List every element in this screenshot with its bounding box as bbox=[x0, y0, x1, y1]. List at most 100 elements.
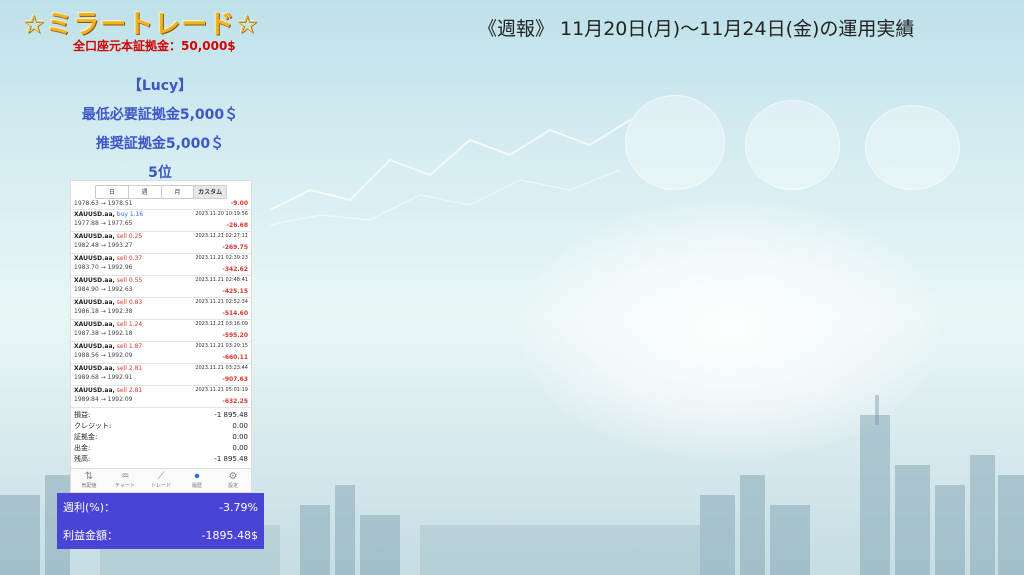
nav-quotes[interactable]: ⇅ 気配値 bbox=[71, 469, 107, 492]
weekly-report-title: 《週報》 11月20日(月)〜11月24日(金)の運用実績 bbox=[478, 18, 915, 40]
summary-label: 出金: bbox=[74, 444, 91, 452]
trade-symbol: XAUUSD.aa, bbox=[74, 255, 115, 262]
trade-time: 2023.11.21 02:39:23 bbox=[195, 255, 248, 261]
strategy-info: 【Lucy】 最低必要証拠金5,000＄ 推奨証拠金5,000＄ 5位 bbox=[60, 72, 260, 188]
nav-trade[interactable]: ⟋ トレード bbox=[143, 469, 179, 492]
quotes-icon: ⇅ bbox=[84, 471, 94, 482]
tab-month[interactable]: 月 bbox=[162, 186, 195, 198]
summary-label: クレジット: bbox=[74, 422, 112, 430]
nav-chart[interactable]: ♒ チャート bbox=[107, 469, 143, 492]
trade-time: 2023.11.21 02:52:34 bbox=[195, 299, 248, 305]
nav-label: 履歴 bbox=[191, 483, 202, 489]
period-tabs: 日 週 月 カスタム bbox=[95, 185, 227, 199]
trade-pl: -660.11 bbox=[222, 354, 248, 361]
account-summary: 損益: -1 895.48 クレジット: 0.00 証拠金: 0.00 出金: 0.00… bbox=[71, 408, 251, 467]
trade-time: 2023.11.21 02:27:11 bbox=[195, 233, 248, 239]
trade-pl: -514.60 bbox=[222, 310, 248, 317]
table-row[interactable]: XAUUSD.aa, sell 1.87 2023.11.21 03:20:15 19… bbox=[71, 342, 251, 364]
tab-week[interactable]: 週 bbox=[129, 186, 162, 198]
history-icon: ⏺ bbox=[194, 471, 200, 482]
table-row[interactable]: 1978.63 → 1978.51 -9.00 bbox=[71, 199, 251, 210]
nav-label: 設定 bbox=[227, 483, 238, 489]
summary-label: 残高: bbox=[74, 455, 91, 463]
table-row[interactable]: XAUUSD.aa, sell 0.55 2023.11.21 02:48:41 19… bbox=[71, 276, 251, 298]
summary-label: 証拠金: bbox=[74, 433, 98, 441]
trade-symbol: XAUUSD.aa, bbox=[74, 277, 115, 284]
trade-symbol: XAUUSD.aa, bbox=[74, 365, 115, 372]
summary-row: クレジット: 0.00 bbox=[74, 421, 248, 432]
trade-list: XAUUSD.aa, buy 1.16 2023.11.20 10:19:56 197… bbox=[71, 210, 251, 408]
background-pie-chart-c bbox=[865, 105, 960, 190]
table-row[interactable]: XAUUSD.aa, sell 2.81 2023.11.21 05:01:19 19… bbox=[71, 386, 251, 408]
trade-symbol: XAUUSD.aa, bbox=[74, 233, 115, 240]
strategy-name: 【Lucy】 bbox=[127, 78, 193, 94]
weekly-return-row: 週利(%)： -3.79% bbox=[57, 493, 264, 521]
weekly-return-value: -3.79% bbox=[219, 500, 258, 514]
trade-pl: -425.15 bbox=[222, 288, 248, 295]
trade-icon: ⟋ bbox=[157, 471, 165, 482]
nav-label: 気配値 bbox=[81, 483, 97, 489]
summary-row: 証拠金: 0.00 bbox=[74, 432, 248, 443]
nav-history[interactable]: ⏺ 履歴 bbox=[179, 469, 215, 492]
nav-label: トレード bbox=[150, 483, 171, 489]
table-row[interactable]: XAUUSD.aa, buy 1.16 2023.11.20 10:19:56 197… bbox=[71, 210, 251, 232]
trade-side: sell 0.37 bbox=[116, 255, 143, 262]
trade-prices: 1978.63 → 1978.51 bbox=[74, 200, 133, 207]
profit-amount-row: 利益金額： -1895.48$ bbox=[57, 521, 264, 549]
table-row[interactable]: XAUUSD.aa, sell 0.25 2023.11.21 02:27:11 19… bbox=[71, 232, 251, 254]
trade-pl: -269.75 bbox=[222, 244, 248, 251]
trade-side: sell 0.25 bbox=[116, 233, 143, 240]
trade-symbol: XAUUSD.aa, bbox=[74, 299, 115, 306]
trade-side: sell 2.81 bbox=[116, 365, 143, 372]
summary-row: 損益: -1 895.48 bbox=[74, 410, 248, 421]
summary-value: -1 895.48 bbox=[214, 455, 248, 463]
table-row[interactable]: XAUUSD.aa, sell 0.83 2023.11.21 02:52:34 19… bbox=[71, 298, 251, 320]
trade-time: 2023.11.21 02:48:41 bbox=[195, 277, 248, 283]
settings-icon: ⚙ bbox=[228, 471, 238, 482]
table-row[interactable]: XAUUSD.aa, sell 1.24 2023.11.21 03:16:09 19… bbox=[71, 320, 251, 342]
summary-value: -1 895.48 bbox=[214, 411, 248, 419]
trade-pl: -9.00 bbox=[230, 200, 248, 207]
nav-settings[interactable]: ⚙ 設定 bbox=[215, 469, 251, 492]
trade-side: sell 1.87 bbox=[116, 343, 143, 350]
weekly-return-label: 週利(%)： bbox=[63, 501, 116, 514]
summary-value: 0.00 bbox=[232, 422, 248, 430]
tab-custom[interactable]: カスタム bbox=[194, 186, 226, 198]
trade-pl: -342.62 bbox=[222, 266, 248, 273]
trade-side: sell 0.83 bbox=[116, 299, 143, 306]
trade-side: sell 0.55 bbox=[116, 277, 143, 284]
weekly-result-box: 週利(%)： -3.79% 利益金額： -1895.48$ bbox=[57, 493, 264, 549]
nav-label: チャート bbox=[115, 483, 135, 489]
background-line-chart bbox=[270, 119, 631, 226]
trade-symbol: XAUUSD.aa, bbox=[74, 387, 115, 394]
recommended-deposit-text: 推奨証拠金5,000＄ bbox=[95, 136, 225, 152]
min-deposit-text: 最低必要証拠金5,000＄ bbox=[81, 107, 239, 123]
trade-pl: -907.63 bbox=[222, 376, 248, 383]
profit-amount-value: -1895.48$ bbox=[201, 528, 258, 542]
chart-icon: ♒ bbox=[120, 471, 130, 482]
table-row[interactable]: XAUUSD.aa, sell 0.37 2023.11.21 02:39:23 19… bbox=[71, 254, 251, 276]
summary-row: 出金: 0.00 bbox=[74, 443, 248, 454]
table-row[interactable]: XAUUSD.aa, sell 2.81 2023.11.21 03:23:44 19… bbox=[71, 364, 251, 386]
trade-time: 2023.11.21 05:01:19 bbox=[195, 387, 248, 393]
trade-side: sell 1.24 bbox=[116, 321, 143, 328]
summary-value: 0.00 bbox=[232, 433, 248, 441]
profit-amount-label: 利益金額： bbox=[63, 529, 118, 542]
trade-symbol: XAUUSD.aa, bbox=[74, 321, 115, 328]
trade-side: buy 1.16 bbox=[116, 211, 144, 218]
trade-history-screenshot: 日 週 月 カスタム 1978.63 → 1978.51 -9.00 XAUUS… bbox=[70, 180, 252, 493]
background-pie-chart-b bbox=[745, 100, 840, 190]
trade-pl: -595.20 bbox=[222, 332, 248, 339]
trade-symbol: XAUUSD.aa, bbox=[74, 211, 115, 218]
summary-row: 残高: -1 895.48 bbox=[74, 454, 248, 465]
summary-label: 損益: bbox=[74, 411, 91, 419]
trade-time: 2023.11.21 03:23:44 bbox=[195, 365, 248, 371]
tab-day[interactable]: 日 bbox=[96, 186, 129, 198]
summary-value: 0.00 bbox=[232, 444, 248, 452]
trade-symbol: XAUUSD.aa, bbox=[74, 343, 115, 350]
trade-prices: 1977.88 → 1977.65 bbox=[74, 220, 133, 227]
bottom-nav: ⇅ 気配値 ♒ チャート ⟋ トレード ⏺ 履歴 ⚙ 設定 bbox=[71, 468, 251, 492]
trade-pl: -632.25 bbox=[222, 398, 248, 405]
total-deposit-text: 全口座元本証拠金：50,000$ bbox=[73, 39, 236, 53]
trade-time: 2023.11.20 10:19:56 bbox=[195, 211, 248, 217]
